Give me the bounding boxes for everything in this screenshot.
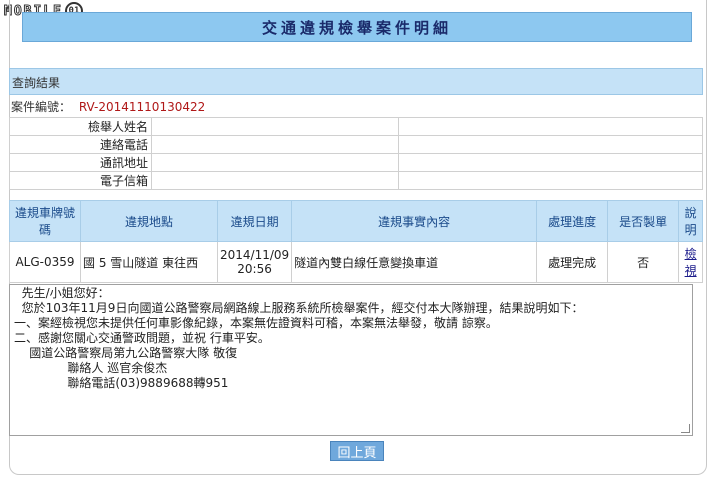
- col-location-header: 違規地點: [80, 200, 218, 242]
- reporter-row: 檢舉人姓名: [9, 117, 703, 136]
- reply-line: 聯絡人 巡官余俊杰: [14, 361, 168, 375]
- reply-textarea[interactable]: 先生/小姐您好： 您於103年11月9日向國道公路警察局網路線上服務系統所檢舉案…: [9, 284, 693, 436]
- reply-line: 二、感謝您關心交通警政問題，並祝 行車平安。: [14, 331, 270, 345]
- view-details-link[interactable]: 檢視: [685, 247, 697, 278]
- reporter-phone-value: [151, 135, 399, 154]
- plate-cell: ALG-0359: [9, 241, 81, 283]
- case-number-row: 案件編號： RV-20141110130422: [9, 95, 703, 117]
- reporter-name-label: 檢舉人姓名: [9, 117, 152, 136]
- reporter-row: 電子信箱: [9, 171, 703, 190]
- col-plate-header: 違規車牌號碼: [9, 200, 81, 242]
- reporter-phone-extra: [398, 135, 703, 154]
- col-details-header: 說明: [678, 200, 703, 242]
- reporter-email-extra: [398, 171, 703, 190]
- reporter-row: 連絡電話: [9, 135, 703, 154]
- col-ticketed-header: 是否製單: [607, 200, 680, 242]
- reporter-email-value: [151, 171, 399, 190]
- time-value: 20:56: [237, 262, 272, 276]
- page-title: 交通違規檢舉案件明細: [22, 12, 692, 42]
- col-fact-header: 違規事實內容: [291, 200, 538, 242]
- back-button[interactable]: 回上頁: [330, 441, 384, 461]
- reporter-address-label: 通訊地址: [9, 153, 152, 172]
- location-cell: 國 5 雪山隧道 東往西: [80, 241, 218, 283]
- reply-line: 一、案經檢視您未提供任何車影像紀錄，本案無佐證資料可稽，本案無法舉發，敬請 諒察…: [14, 316, 498, 330]
- fact-cell: 隧道內雙白線任意變換車道: [291, 241, 538, 283]
- date-cell: 2014/11/09 20:56: [216, 241, 293, 283]
- case-number-value: RV-20141110130422: [78, 100, 206, 114]
- col-progress-header: 處理進度: [536, 200, 609, 242]
- reply-line: 先生/小姐您好：: [14, 286, 110, 300]
- reporter-name-value: [151, 117, 399, 136]
- reply-line: 聯絡電話(03)9889688轉951: [14, 376, 229, 390]
- ticketed-cell: 否: [607, 241, 680, 283]
- reporter-row: 通訊地址: [9, 153, 703, 172]
- reporter-name-extra: [398, 117, 703, 136]
- reporter-address-extra: [398, 153, 703, 172]
- resize-grip-icon[interactable]: [681, 424, 690, 433]
- violation-table: 違規車牌號碼 違規地點 違規日期 違規事實內容 處理進度 是否製單 說明 ALG…: [9, 200, 703, 283]
- reporter-info-table: 檢舉人姓名 連絡電話 通訊地址 電子信箱: [9, 117, 703, 190]
- reporter-email-label: 電子信箱: [9, 171, 152, 190]
- table-row: ALG-0359 國 5 雪山隧道 東往西 2014/11/09 20:56 隧…: [9, 241, 703, 283]
- violation-header-row: 違規車牌號碼 違規地點 違規日期 違規事實內容 處理進度 是否製單 說明: [9, 200, 703, 242]
- date-value: 2014/11/09: [220, 248, 290, 262]
- result-header: 查詢結果: [9, 68, 703, 95]
- details-cell: 檢視: [678, 241, 703, 283]
- case-number-label: 案件編號：: [11, 100, 72, 114]
- reporter-address-value: [151, 153, 399, 172]
- reporter-phone-label: 連絡電話: [9, 135, 152, 154]
- reply-line: 您於103年11月9日向國道公路警察局網路線上服務系統所檢舉案件，經交付本大隊辦…: [14, 301, 584, 315]
- progress-cell: 處理完成: [536, 241, 609, 283]
- col-date-header: 違規日期: [216, 200, 293, 242]
- reply-line: 國道公路警察局第九公路警察大隊 敬復: [14, 346, 238, 360]
